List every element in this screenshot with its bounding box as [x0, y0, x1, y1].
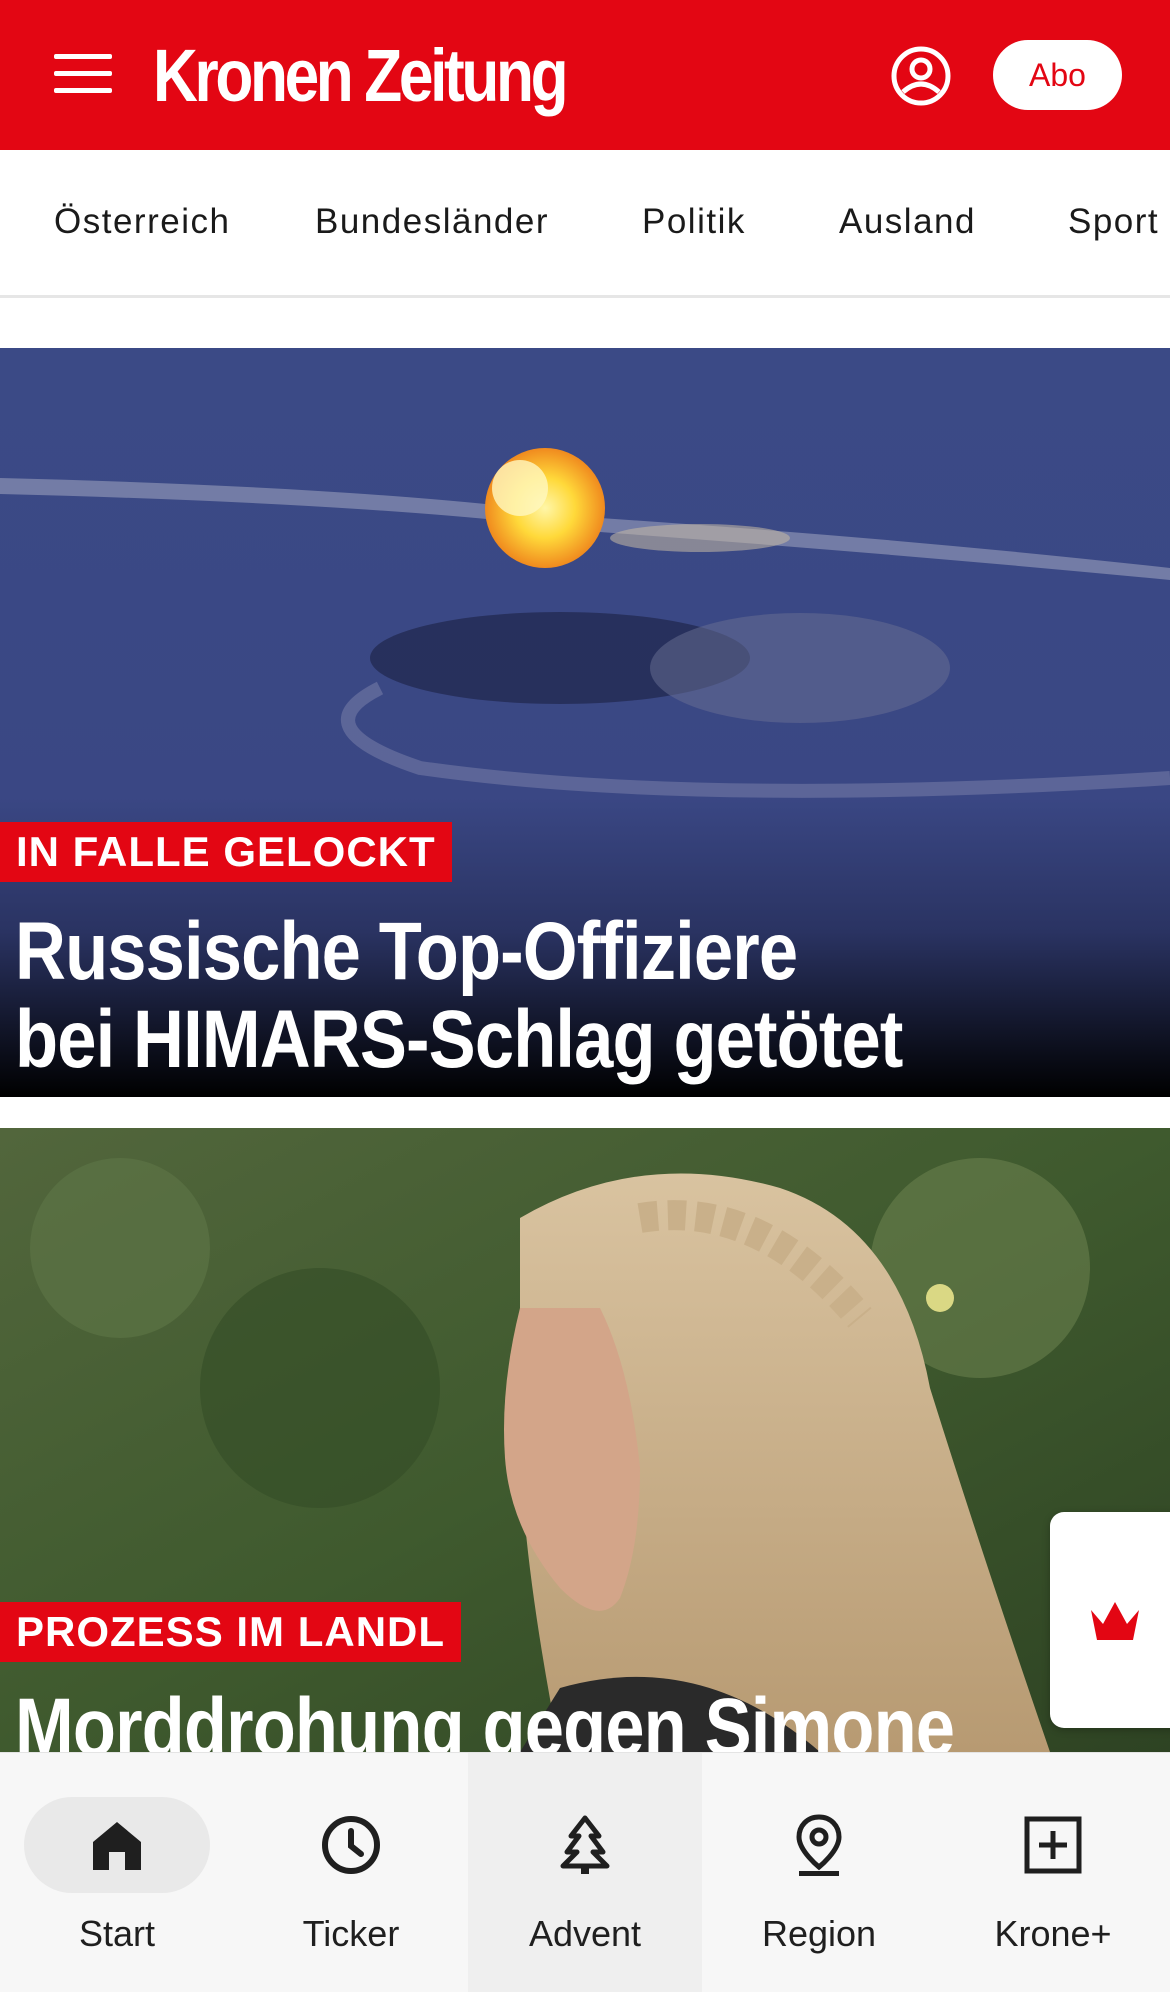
article-kicker: PROZESS IM LANDL [0, 1602, 462, 1662]
tab-advent[interactable]: Advent [468, 1753, 702, 1992]
clock-icon [258, 1797, 444, 1893]
krone-floating-button[interactable] [1050, 1512, 1170, 1728]
tree-icon [492, 1797, 678, 1893]
category-politik[interactable]: Politik [642, 202, 746, 242]
headline-line: Russische Top-Offiziere [15, 906, 798, 997]
menu-icon[interactable] [54, 54, 112, 94]
category-sport[interactable]: Sport [1068, 202, 1159, 242]
article-card[interactable]: PROZESS IM LANDL Morddrohung gegen Simon… [0, 1128, 1170, 1752]
category-ausland[interactable]: Ausland [839, 202, 976, 242]
category-bundeslaender[interactable]: Bundesländer [315, 202, 549, 242]
category-oesterreich[interactable]: Österreich [54, 202, 230, 242]
abo-button[interactable]: Abo [993, 40, 1122, 110]
home-icon [24, 1797, 210, 1893]
site-logo[interactable]: Kronen Zeitung [153, 36, 569, 116]
tab-region[interactable]: Region [702, 1753, 936, 1992]
tab-label: Region [761, 1913, 877, 1954]
article-headline: Morddrohung gegen Simone [15, 1682, 955, 1753]
tab-ticker[interactable]: Ticker [234, 1753, 468, 1992]
headline-line: bei HIMARS-Schlag getötet [15, 994, 903, 1085]
account-icon[interactable] [890, 45, 952, 107]
article-kicker: IN FALLE GELOCKT [0, 822, 452, 882]
tab-label: Krone+ [994, 1913, 1112, 1954]
tab-start[interactable]: Start [0, 1753, 234, 1992]
plus-box-icon [960, 1797, 1146, 1893]
top-header: Kronen Zeitung Abo [0, 0, 1170, 150]
tab-label: Start [78, 1913, 156, 1954]
bottom-nav: Start Ticker Advent Region Krone+ [0, 1752, 1170, 1992]
article-headline: Russische Top-Offiziere bei HIMARS-Schla… [15, 906, 903, 1085]
tab-label: Ticker [302, 1913, 400, 1954]
tab-label: Advent [528, 1913, 642, 1954]
headline-line: Morddrohung gegen Simone [15, 1682, 955, 1753]
article-card[interactable]: IN FALLE GELOCKT Russische Top-Offiziere… [0, 348, 1170, 1097]
crown-icon [1091, 1602, 1139, 1640]
tab-krone-plus[interactable]: Krone+ [936, 1753, 1170, 1992]
location-pin-icon [726, 1797, 912, 1893]
category-nav: Österreich Bundesländer Politik Ausland … [0, 150, 1170, 298]
